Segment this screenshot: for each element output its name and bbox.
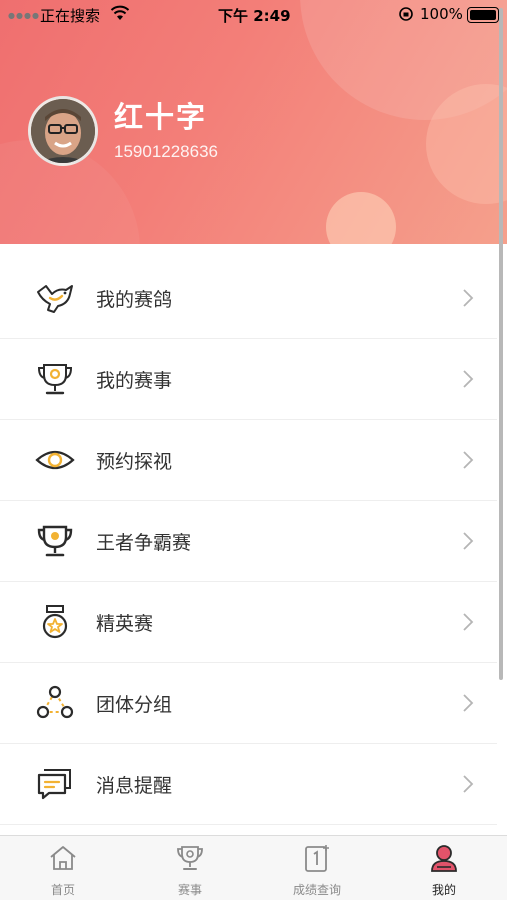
medal-icon [42, 605, 68, 639]
eye-icon [35, 450, 75, 470]
chevron-right-icon [463, 613, 474, 631]
chevron-right-icon [463, 370, 474, 388]
pigeon-icon [37, 285, 73, 313]
tab-label: 首页 [50, 883, 75, 897]
menu-item-label: 王者争霸赛 [96, 532, 192, 554]
menu-item-label: 团体分组 [96, 694, 173, 716]
tab-home[interactable]: 首页 [0, 836, 126, 900]
menu-item-king-contest[interactable]: 王者争霸赛 [0, 501, 497, 582]
tab-mine[interactable]: 我的 [381, 836, 507, 900]
chevron-right-icon [463, 289, 474, 307]
trophy-star-icon [37, 525, 73, 557]
user-icon [431, 845, 457, 872]
trophy-icon [177, 846, 203, 870]
menu-item-my-pigeons[interactable]: 我的赛鸽 [0, 258, 497, 339]
status-bar: ●●●● 正在搜索 下午 2:49 100% [0, 0, 507, 30]
rank-icon [305, 845, 329, 872]
menu-item-label: 我的赛事 [96, 370, 173, 392]
tab-label: 我的 [431, 883, 456, 897]
orientation-lock-icon [399, 7, 413, 21]
group-icon [36, 685, 74, 719]
message-icon [37, 769, 71, 800]
carrier-text: 正在搜索 [40, 7, 101, 25]
menu-item-visit-booking[interactable]: 预约探视 [0, 420, 497, 501]
home-icon [50, 846, 76, 870]
profile-header: ●●●● 正在搜索 下午 2:49 100% 红十字 15901228636 [0, 0, 507, 244]
signal-dots-icon: ●●●● [8, 11, 40, 20]
tab-label: 成绩查询 [292, 883, 341, 897]
user-phone: 15901228636 [114, 142, 219, 161]
menu-item-team-grouping[interactable]: 团体分组 [0, 663, 497, 744]
chevron-right-icon [463, 694, 474, 712]
menu-item-label: 消息提醒 [96, 775, 173, 797]
avatar-photo [31, 99, 95, 163]
chevron-right-icon [463, 532, 474, 550]
tab-label: 赛事 [177, 883, 202, 897]
tab-results[interactable]: 成绩查询 [254, 836, 380, 900]
tab-events[interactable]: 赛事 [127, 836, 253, 900]
chevron-right-icon [463, 775, 474, 793]
menu-item-label: 精英赛 [96, 613, 154, 635]
avatar[interactable] [28, 96, 98, 166]
menu-item-message-alerts[interactable]: 消息提醒 [0, 744, 497, 825]
scrollbar[interactable] [499, 8, 503, 680]
profile-menu: 我的赛鸽 我的赛事 预约探视 王者争霸赛 精英赛 团体分组 消息提醒 [0, 258, 497, 825]
menu-item-label: 我的赛鸽 [96, 289, 173, 311]
menu-item-elite-contest[interactable]: 精英赛 [0, 582, 497, 663]
wifi-icon [110, 5, 130, 20]
battery-icon [467, 7, 502, 23]
menu-item-label: 预约探视 [96, 451, 173, 473]
decor-bubble [326, 192, 396, 244]
tab-bar: 首页 赛事 成绩查询 我的 [0, 835, 507, 900]
battery-percent: 100% [420, 5, 463, 23]
chevron-right-icon [463, 451, 474, 469]
user-name: 红十字 [114, 100, 208, 134]
clock: 下午 2:49 [218, 7, 291, 25]
trophy-icon [37, 364, 73, 395]
menu-item-my-events[interactable]: 我的赛事 [0, 339, 497, 420]
